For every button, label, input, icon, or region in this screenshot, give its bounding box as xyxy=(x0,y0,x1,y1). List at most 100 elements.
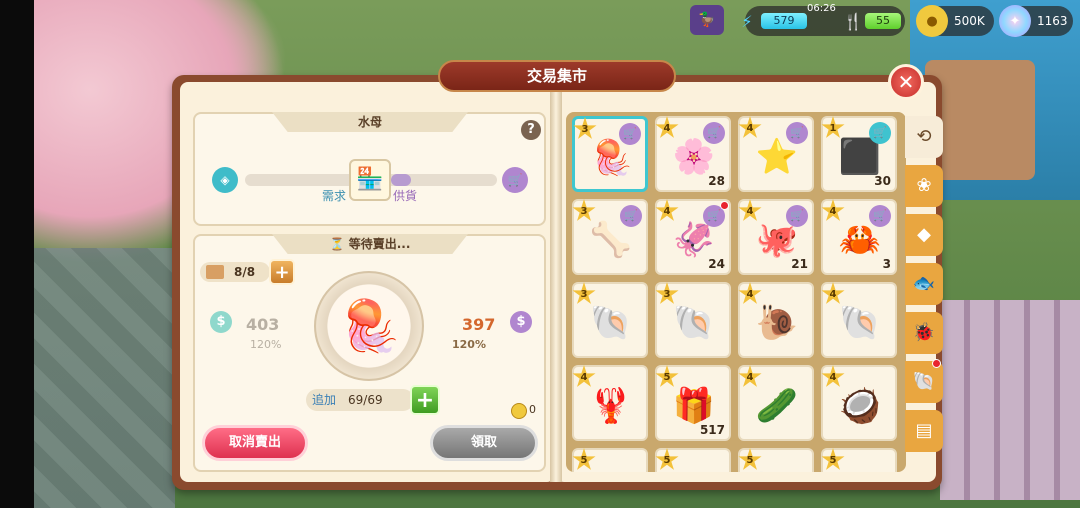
energy-icon[interactable]: ⚡ xyxy=(731,5,763,37)
conch-icon: 🐌 xyxy=(755,303,799,343)
event-icon[interactable]: 🦆 xyxy=(690,5,724,35)
energy-value: 579 xyxy=(761,13,807,29)
sell-price: 397 xyxy=(462,315,496,334)
item-20-icon: 🦀 xyxy=(835,464,885,472)
add-slot-button[interactable]: + xyxy=(269,259,295,285)
inventory-item-item-20[interactable]: 🦀5 xyxy=(821,448,897,472)
inventory-item-shell[interactable]: 🐚 4 xyxy=(821,282,897,358)
notification-dot xyxy=(932,359,941,368)
inventory-item-fossil-shell[interactable]: 🥥 4 xyxy=(821,365,897,441)
sale-status-text: 等待賣出... xyxy=(348,237,411,251)
demand-icon: ◈ xyxy=(212,167,238,193)
inventory-item-lobster[interactable]: 🦞 4 xyxy=(572,365,648,441)
scallop-icon: 🐚 xyxy=(672,303,716,343)
fish-icon: 🐟 xyxy=(912,273,936,294)
inventory-item-item-18[interactable]: 🦐5 xyxy=(655,448,731,472)
cart-icon: 🛒 xyxy=(786,205,808,227)
gem-icon[interactable]: ✦ xyxy=(999,5,1031,37)
inventory-item-coral-bone[interactable]: 🦴 3 🛒 xyxy=(572,199,648,275)
misc-icon: ▤ xyxy=(915,420,933,441)
help-icon[interactable]: ? xyxy=(521,120,541,140)
add-quantity-button[interactable]: + xyxy=(410,385,440,415)
inventory-item-sea-anemone[interactable]: 🌸 4 🛒 28 xyxy=(655,116,731,192)
item-count: 517 xyxy=(699,423,725,437)
plus-icon: + xyxy=(274,262,290,283)
coin-icon[interactable]: ● xyxy=(916,5,948,37)
history-icon: ⟲ xyxy=(916,126,932,147)
cart-icon: 🛒 xyxy=(869,205,891,227)
inventory-item-starfish[interactable]: ⭐ 4 🛒 xyxy=(738,116,814,192)
tab-history[interactable]: ⟲ xyxy=(905,116,943,158)
energy-bar: ⚡ 579 06:26 🍴 55 xyxy=(741,3,905,36)
item-19-icon: 🐚 xyxy=(752,464,802,472)
item-17-icon: 🦐 xyxy=(586,464,636,472)
screen-edge xyxy=(0,0,34,508)
cart-icon: 🛒 xyxy=(619,123,641,145)
cart-icon: 🛒 xyxy=(620,205,642,227)
inventory-item-octopus[interactable]: 🐙 4 🛒 21 xyxy=(738,199,814,275)
coins-display: ● 500K xyxy=(916,5,994,37)
sea-cucumber-icon: 🥒 xyxy=(755,386,799,426)
item-count: 21 xyxy=(791,257,808,271)
item-18-icon: 🦐 xyxy=(669,464,719,472)
inventory-grid-area: 🪼 3 🛒 🌸 4 🛒 28 ⭐ 4 🛒 ⬛ 1 🛒 30 🦴 3 🛒 🦑 4 🛒 24 🐙 4 🛒 21 🦀 4 🛒 3 🐚 3 🐚 3 🐌 4 🐚… xyxy=(566,112,906,472)
close-icon: ✕ xyxy=(897,70,915,94)
claim-button[interactable]: 領取 xyxy=(430,425,538,461)
coins-value: 500K xyxy=(954,14,985,28)
add-label: 追加 xyxy=(312,393,337,407)
cart-icon: 🛒 xyxy=(786,122,808,144)
gems-display: ✦ 1163 xyxy=(999,5,1073,37)
base-price: 403 xyxy=(246,315,280,334)
base-price-pct: 120% xyxy=(250,338,282,351)
nautilus-icon: 🐚 xyxy=(589,303,633,343)
materials-icon: ◆ xyxy=(917,224,931,245)
inventory-item-item-19[interactable]: 🐚5 xyxy=(738,448,814,472)
slot-icon xyxy=(206,265,224,279)
supply-label: 供貨 xyxy=(393,189,418,203)
inventory-item-hermit-crab[interactable]: 🦀 4 🛒 3 xyxy=(821,199,897,275)
inventory-item-ore[interactable]: ⬛ 1 🛒 30 xyxy=(821,116,897,192)
base-price-icon: $ xyxy=(210,311,232,333)
plus-icon: + xyxy=(415,388,435,413)
tab-shells[interactable]: 🐚 xyxy=(905,359,943,403)
inventory-item-sea-cucumber[interactable]: 🥒 4 xyxy=(738,365,814,441)
supply-fill xyxy=(391,174,411,186)
cart-icon: 🛒 xyxy=(703,122,725,144)
fossil-shell-icon: 🥥 xyxy=(838,386,882,426)
item-count: 3 xyxy=(882,257,891,271)
food-value: 55 xyxy=(865,13,901,29)
tab-plants[interactable]: ❀ xyxy=(905,165,943,207)
supply-icon: 🛒 xyxy=(502,167,528,193)
inventory-item-conch[interactable]: 🐌 4 xyxy=(738,282,814,358)
inventory-item-scallop[interactable]: 🐚 3 xyxy=(655,282,731,358)
inventory-item-treasure-box[interactable]: 🎁 5 517 xyxy=(655,365,731,441)
inventory-item-jellyfish[interactable]: 🪼 3 🛒 xyxy=(572,116,648,192)
lobster-icon: 🦞 xyxy=(589,386,633,426)
tab-insects[interactable]: 🐞 xyxy=(905,312,943,354)
insects-icon: 🐞 xyxy=(912,322,936,343)
sale-status: ⏳ 等待賣出... xyxy=(272,234,468,254)
item-count: 28 xyxy=(708,174,725,188)
add-quantity: 追加 69/69 xyxy=(306,389,414,411)
window-title: 交易集市 xyxy=(438,60,676,92)
sell-price-icon: $ xyxy=(510,311,532,333)
demand-label: 需求 xyxy=(322,189,347,203)
tab-fish[interactable]: 🐟 xyxy=(905,263,943,305)
cancel-sale-button[interactable]: 取消賣出 xyxy=(202,425,308,461)
shells-icon: 🐚 xyxy=(912,371,936,392)
tab-misc[interactable]: ▤ xyxy=(905,410,943,452)
cart-icon: 🛒 xyxy=(869,122,891,144)
clock-text: 06:26 xyxy=(807,3,836,14)
coin-icon xyxy=(511,403,527,419)
market-stall-icon: 🏪 xyxy=(349,159,391,201)
inventory-item-squid[interactable]: 🦑 4 🛒 24 xyxy=(655,199,731,275)
inventory-grid: 🪼 3 🛒 🌸 4 🛒 28 ⭐ 4 🛒 ⬛ 1 🛒 30 🦴 3 🛒 🦑 4 🛒 24 🐙 4 🛒 21 🦀 4 🛒 3 🐚 3 🐚 3 🐌 4 🐚… xyxy=(572,116,897,472)
inventory-item-item-17[interactable]: 🦐5 xyxy=(572,448,648,472)
item-count: 30 xyxy=(874,174,891,188)
tab-materials[interactable]: ◆ xyxy=(905,214,943,256)
notification-dot xyxy=(720,201,729,210)
close-button[interactable]: ✕ xyxy=(888,64,924,100)
inventory-item-nautilus[interactable]: 🐚 3 xyxy=(572,282,648,358)
gems-value: 1163 xyxy=(1037,14,1068,28)
hourglass-icon: ⏳ xyxy=(329,237,345,251)
